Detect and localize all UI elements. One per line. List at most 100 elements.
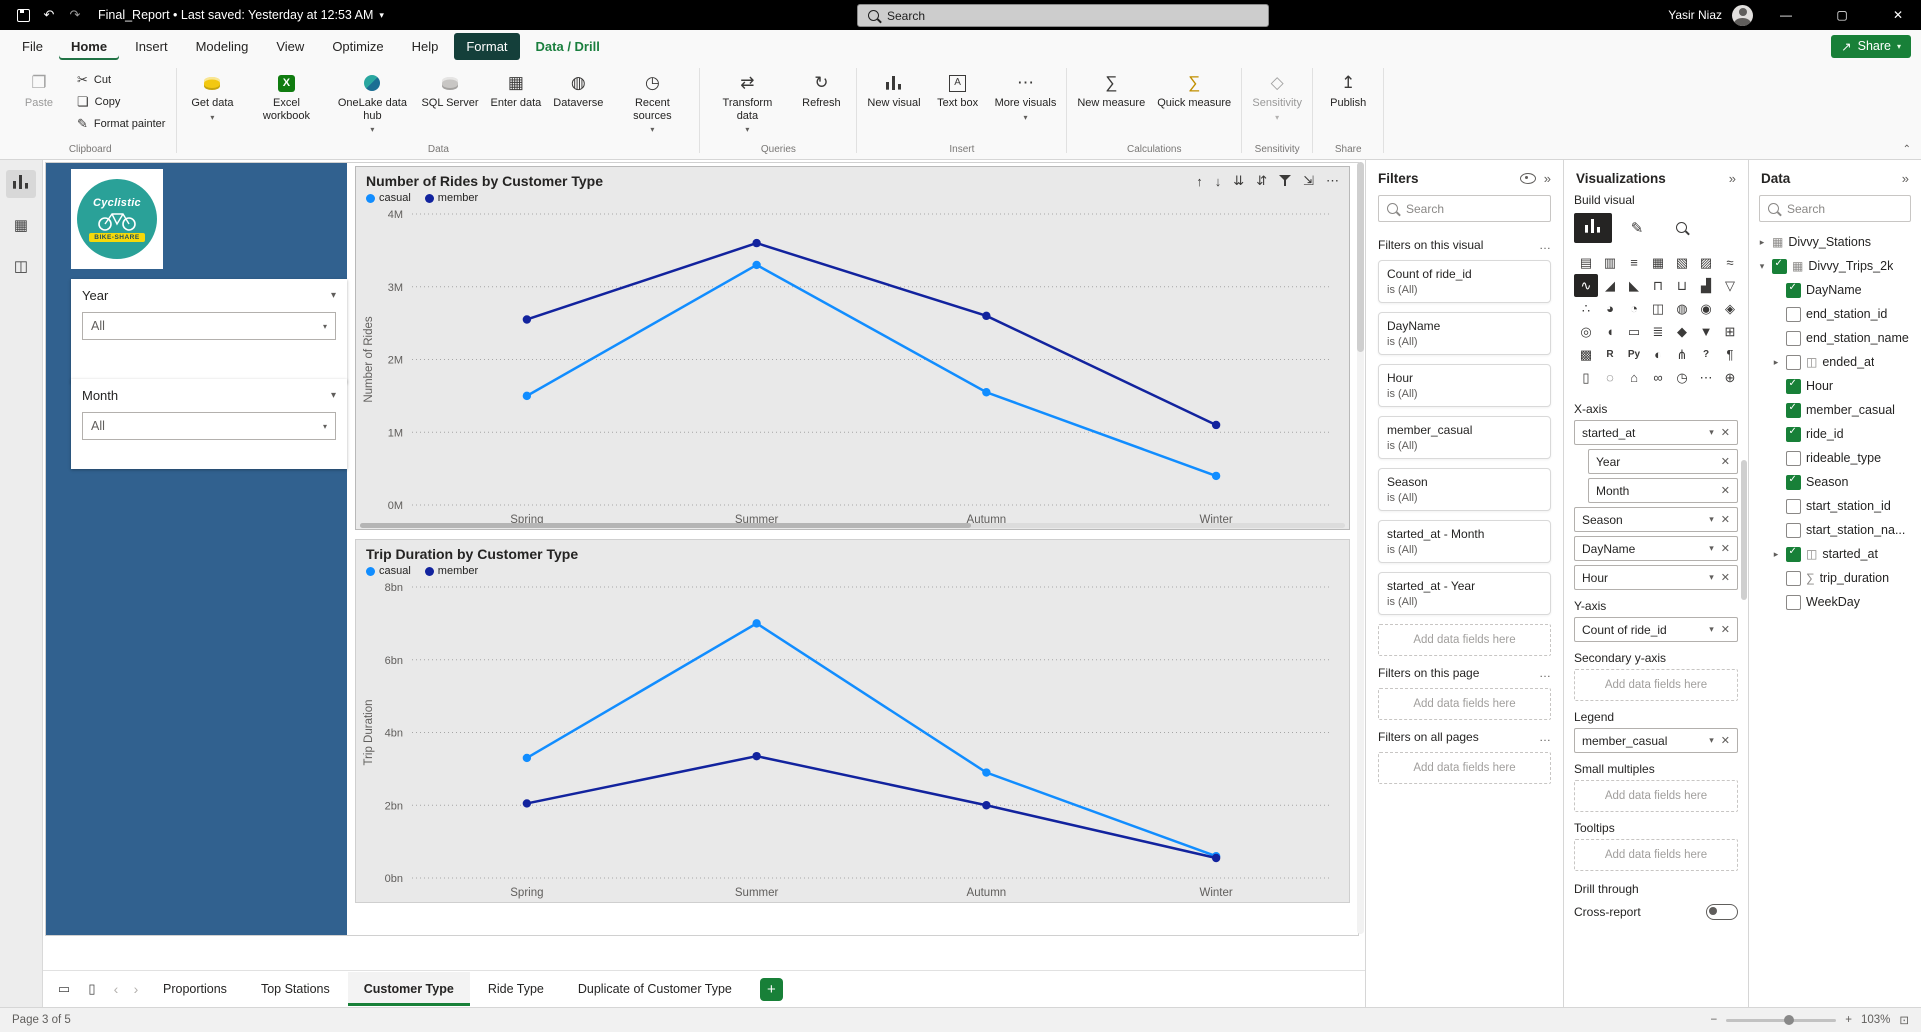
area-chart-icon[interactable]: ◢: [1598, 274, 1622, 297]
field-checkbox[interactable]: [1786, 498, 1801, 514]
add-data-fields-dropzone[interactable]: Add data fields here: [1378, 688, 1551, 720]
chart-plot-area[interactable]: 0M 1M 2M 3M 4M Number of Rides Spring Summer Aut…: [356, 204, 1349, 529]
line-and-clustered-column-chart-icon[interactable]: ⊔: [1670, 274, 1694, 297]
save-icon[interactable]: [10, 0, 36, 30]
cross-report-toggle[interactable]: [1706, 904, 1738, 920]
clustered-bar-chart-icon[interactable]: ≡: [1622, 251, 1646, 274]
close-button[interactable]: ✕: [1875, 0, 1921, 30]
field-checkbox[interactable]: [1786, 450, 1801, 466]
maximize-button[interactable]: ▢: [1819, 0, 1865, 30]
visual-horizontal-scrollbar[interactable]: [360, 523, 1345, 528]
zoom-out-button[interactable]: −: [1711, 1014, 1718, 1026]
line-chart-svg[interactable]: 0M1M2M3M4MNumber of RidesSpring Summer Aut…: [356, 204, 1349, 529]
slicer-dropdown[interactable]: All ▾: [82, 312, 336, 340]
stacked-column-chart-icon[interactable]: ▥: [1598, 251, 1622, 274]
field-checkbox[interactable]: [1786, 522, 1801, 538]
azure-map-icon[interactable]: ◎: [1574, 320, 1598, 343]
100-stacked-column-chart-icon[interactable]: ▨: [1694, 251, 1718, 274]
chart-plot-area[interactable]: 0bn 2bn 4bn 6bn 8bn Trip Duration Spring Summer…: [356, 577, 1349, 902]
filters-search-input[interactable]: Search: [1378, 195, 1551, 222]
ribbon-tab-view[interactable]: View: [264, 33, 316, 60]
donut-chart-icon[interactable]: ◔: [1622, 297, 1646, 320]
add-data-fields-dropzone[interactable]: Add data fields here: [1574, 780, 1738, 812]
field-pill-member-casual[interactable]: member_casual ▾ ✕: [1574, 728, 1738, 753]
field-row-ride-id[interactable]: ride_id: [1753, 422, 1917, 446]
zoom-slider-thumb[interactable]: [1784, 1014, 1795, 1025]
remove-field-icon[interactable]: ✕: [1721, 426, 1730, 439]
gauge-icon[interactable]: ◖: [1598, 320, 1622, 343]
global-search-input[interactable]: Search: [857, 4, 1269, 27]
publish-button[interactable]: ↥ Publish: [1318, 67, 1378, 113]
field-checkbox[interactable]: [1786, 474, 1801, 490]
drill-down-icon[interactable]: ↓: [1215, 174, 1222, 189]
field-row-divvy-trips-2k[interactable]: ▾ ▦ Divvy_Trips_2k: [1753, 254, 1917, 278]
remove-field-icon[interactable]: ✕: [1721, 734, 1730, 747]
field-checkbox[interactable]: [1786, 306, 1801, 322]
ribbon-tab-data-drill[interactable]: Data / Drill: [524, 33, 612, 60]
field-pill-year[interactable]: Year ✕: [1588, 449, 1738, 474]
format-painter-button[interactable]: ✎ Format painter: [71, 115, 171, 134]
ribbon-tab-home[interactable]: Home: [59, 33, 119, 60]
excel-workbook-button[interactable]: X Excel workbook: [244, 67, 328, 125]
expand-next-level-icon[interactable]: ⇊: [1233, 173, 1244, 189]
field-row-end-station-name[interactable]: end_station_name: [1753, 326, 1917, 350]
onelake-data-hub-button[interactable]: OneLake data hub ▾: [330, 67, 414, 137]
more-options-icon[interactable]: ⋯: [1326, 173, 1339, 189]
page-tab-customer-type[interactable]: Customer Type: [347, 972, 470, 1006]
redo-icon[interactable]: ↷: [62, 0, 88, 30]
remove-field-icon[interactable]: ✕: [1721, 542, 1730, 555]
visual-number-of-rides-by-customer-type[interactable]: Number of Rides by Customer Type ↑ ↓ ⇊ ⇵ ⇲ ⋯ ca…: [355, 166, 1350, 530]
remove-field-icon[interactable]: ✕: [1721, 455, 1730, 468]
field-row-member-casual[interactable]: member_casual: [1753, 398, 1917, 422]
field-checkbox[interactable]: [1786, 354, 1801, 370]
field-pill-hour[interactable]: Hour ▾ ✕: [1574, 565, 1738, 590]
refresh-button[interactable]: ↻ Refresh: [791, 67, 851, 113]
field-pill-month[interactable]: Month ✕: [1588, 478, 1738, 503]
data-view-button[interactable]: ▦: [6, 211, 36, 239]
field-row-divvy-stations[interactable]: ▸ ▦ Divvy_Stations: [1753, 230, 1917, 254]
paginated-report-icon[interactable]: ▯: [1574, 366, 1598, 389]
sql-server-button[interactable]: SQL Server: [416, 67, 483, 113]
filter-card-count-of-ride-id[interactable]: Count of ride_id is (All): [1378, 260, 1551, 303]
chevron-right-icon[interactable]: ▸: [1771, 357, 1781, 368]
table-icon[interactable]: ⊞: [1718, 320, 1742, 343]
focus-mode-icon[interactable]: ⇲: [1303, 173, 1314, 189]
report-view-button[interactable]: [6, 170, 36, 198]
field-row-trip-duration[interactable]: ∑ trip_duration: [1753, 566, 1917, 590]
ribbon-tab-file[interactable]: File: [10, 33, 55, 60]
previous-page-arrow[interactable]: ‹: [107, 981, 125, 997]
mobile-view-button[interactable]: ▯: [79, 981, 105, 997]
collapse-visualizations-pane-icon[interactable]: »: [1729, 171, 1736, 186]
chevron-down-icon[interactable]: ▾: [1709, 735, 1714, 746]
filter-icon[interactable]: [1279, 174, 1292, 189]
remove-field-icon[interactable]: ✕: [1721, 484, 1730, 497]
collapse-filters-pane-icon[interactable]: »: [1544, 171, 1551, 186]
canvas-vertical-scrollbar[interactable]: [1357, 162, 1364, 934]
text-box-button[interactable]: A Text box: [928, 67, 988, 113]
visualizations-scrollbar[interactable]: [1741, 460, 1747, 600]
chevron-down-icon[interactable]: ▾: [1709, 624, 1714, 635]
field-checkbox[interactable]: [1786, 594, 1801, 610]
collapse-data-pane-icon[interactable]: »: [1902, 171, 1909, 186]
slicer-icon[interactable]: ▼: [1694, 320, 1718, 343]
field-pill-dayname[interactable]: DayName ▾ ✕: [1574, 536, 1738, 561]
build-visual-tab[interactable]: [1574, 213, 1612, 243]
chevron-down-icon[interactable]: ▾: [1709, 543, 1714, 554]
ribbon-tab-help[interactable]: Help: [400, 33, 451, 60]
chevron-down-icon[interactable]: ▾: [1709, 427, 1714, 438]
get-more-visuals-icon[interactable]: ⋯: [1694, 366, 1718, 389]
filter-card-dayname[interactable]: DayName is (All): [1378, 312, 1551, 355]
ribbon-tab-modeling[interactable]: Modeling: [184, 33, 261, 60]
chevron-down-icon[interactable]: ▾: [331, 290, 336, 301]
field-row-hour[interactable]: Hour: [1753, 374, 1917, 398]
data-search-input[interactable]: Search: [1759, 195, 1911, 222]
report-page[interactable]: Cyclistic BIKE-SHARE Year ▾ All ▾ Month ▾ All ▾: [45, 162, 1359, 936]
ribbon-tab-insert[interactable]: Insert: [123, 33, 180, 60]
field-row-dayname[interactable]: DayName: [1753, 278, 1917, 302]
drill-up-icon[interactable]: ↑: [1196, 174, 1203, 189]
filter-card-started-at-year[interactable]: started_at - Year is (All): [1378, 572, 1551, 615]
ribbon-tab-optimize[interactable]: Optimize: [320, 33, 395, 60]
field-row-start-station-id[interactable]: start_station_id: [1753, 494, 1917, 518]
drill-mode-icon[interactable]: ⇵: [1256, 173, 1267, 189]
field-row-rideable-type[interactable]: rideable_type: [1753, 446, 1917, 470]
